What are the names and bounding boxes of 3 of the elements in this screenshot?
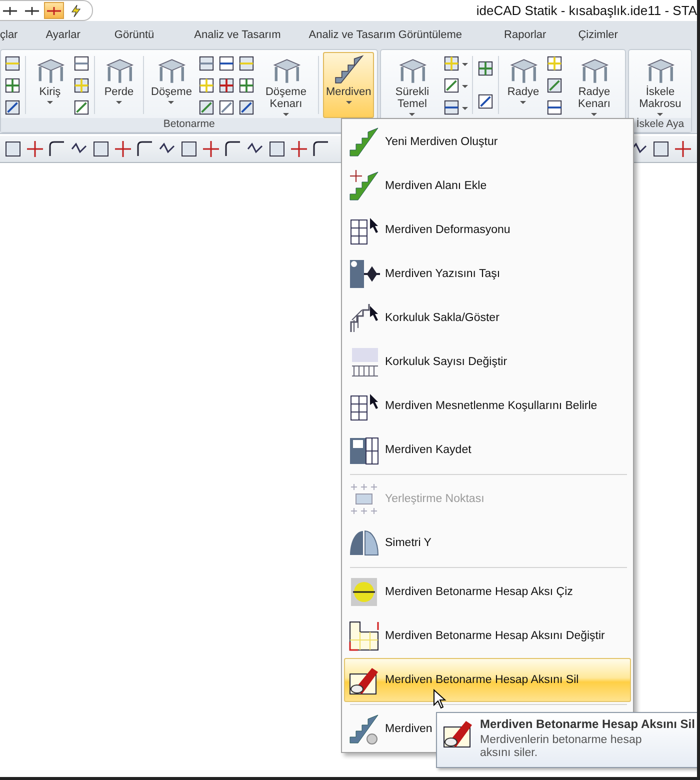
tooltip-text: Merdivenlerin betonarme hesap aksını siler. xyxy=(480,734,643,760)
tooltip-title: Merdiven Betonarme Hesap Aksını Sil xyxy=(480,717,695,731)
window-title: ideCAD Statik - kısabaşlık.ide11 - STA xyxy=(476,3,697,18)
